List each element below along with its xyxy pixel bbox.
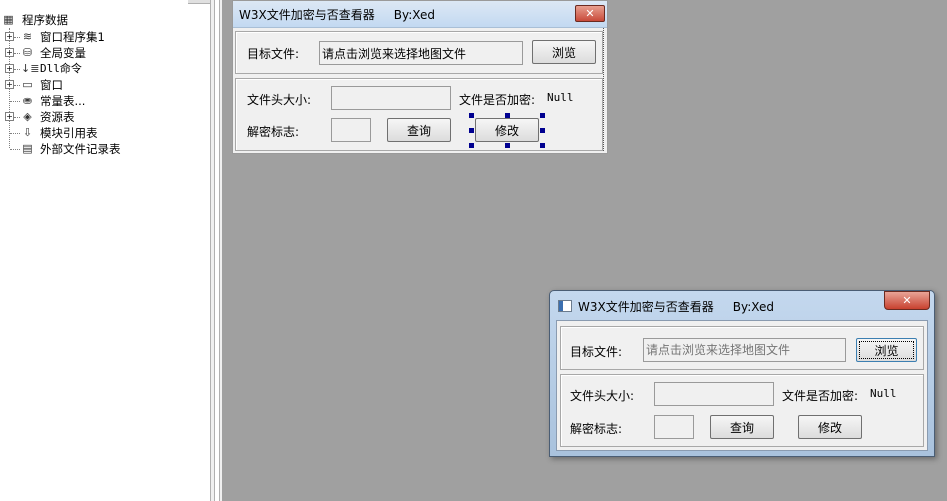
preview-target-field[interactable]	[643, 338, 846, 362]
window-icon: ▭	[22, 78, 33, 91]
program-data-icon: ▦	[3, 13, 14, 26]
tree-item-global-variables[interactable]: + ⛁ 全局变量	[0, 45, 200, 61]
designer-encrypted-value: Null	[547, 91, 574, 104]
tree-item-dll-commands[interactable]: + ↓≣ Dll命令	[0, 61, 200, 77]
preview-target-label: 目标文件:	[570, 345, 623, 359]
selection-handle-bottom-left[interactable]	[469, 143, 474, 148]
tree-connector	[14, 69, 20, 70]
dll-command-icon: ↓≣	[21, 62, 40, 75]
designer-browse-button[interactable]: 浏览	[532, 40, 596, 64]
designer-decrypt-flag-field[interactable]	[331, 118, 371, 142]
tree-item-module-reference-table[interactable]: ⇩ 模块引用表	[0, 125, 200, 141]
designer-query-button[interactable]: 查询	[387, 118, 451, 142]
panel-splitter[interactable]	[210, 0, 222, 501]
preview-header-size-field[interactable]	[654, 382, 774, 406]
designer-encrypted-label: 文件是否加密:	[459, 93, 536, 107]
designer-header-size-label: 文件头大小:	[247, 93, 312, 107]
tree-item-label: 模块引用表	[40, 126, 98, 140]
tree-item-external-file-record-table[interactable]: ▤ 外部文件记录表	[0, 141, 200, 157]
tree-item-label: 资源表	[40, 110, 75, 124]
module-reference-icon: ⇩	[22, 126, 33, 139]
tree-connector	[10, 133, 20, 134]
tree-item-label: 外部文件记录表	[40, 142, 121, 156]
file-record-icon: ▤	[22, 142, 33, 155]
tree-connector	[14, 53, 20, 54]
preview-encrypted-value: Null	[870, 387, 897, 400]
preview-target-input[interactable]	[644, 339, 845, 361]
constant-table-icon: ⛂	[22, 94, 33, 107]
designer-window-title: W3X文件加密与否查看器 By:Xed	[239, 8, 435, 22]
selection-handle-mid-right[interactable]	[540, 128, 545, 133]
tree-item-label: 窗口	[40, 78, 63, 92]
designer-modify-button[interactable]: 修改	[475, 118, 539, 142]
close-icon: ✕	[585, 7, 595, 20]
selection-handle-top-left[interactable]	[469, 113, 474, 118]
preview-client-area: 目标文件: 浏览 文件头大小: 文件是否加密: Null 解密标志: 查询 修改	[556, 320, 928, 451]
expand-toggle[interactable]: +	[5, 32, 14, 41]
designer-window: W3X文件加密与否查看器 By:Xed ✕ 目标文件: 浏览 文件头大小: 文件…	[232, 0, 608, 154]
preview-window: W3X文件加密与否查看器 By:Xed ✕ 目标文件: 浏览 文件头大小: 文件…	[549, 290, 935, 457]
expand-toggle[interactable]: +	[5, 48, 14, 57]
tree-item-label: Dll命令	[40, 62, 82, 75]
expand-toggle[interactable]: +	[5, 80, 14, 89]
tree-connector	[14, 37, 20, 38]
layers-icon: ≋	[22, 30, 33, 43]
tree-root[interactable]: ▦ 程序数据	[2, 12, 202, 28]
preview-encrypted-label: 文件是否加密:	[782, 389, 859, 403]
tree-connector	[10, 149, 20, 150]
preview-close-button[interactable]: ✕	[884, 291, 930, 310]
selection-handle-top-mid[interactable]	[505, 113, 510, 118]
tree-connector	[10, 101, 20, 102]
preview-title-bar[interactable]: W3X文件加密与否查看器 By:Xed ✕	[550, 291, 934, 319]
app-window-icon	[558, 300, 572, 312]
close-icon: ✕	[902, 294, 912, 307]
tree-item-resource-table[interactable]: + ◈ 资源表	[0, 109, 200, 125]
selection-handle-bottom-right[interactable]	[540, 143, 545, 148]
tree-item-label: 常量表...	[40, 94, 86, 108]
tree-connector	[14, 85, 20, 86]
expand-toggle[interactable]: +	[5, 112, 14, 121]
tree-item-windows[interactable]: + ▭ 窗口	[0, 77, 200, 93]
selection-handle-bottom-mid[interactable]	[505, 143, 510, 148]
design-grid-edge	[603, 27, 604, 151]
preview-decrypt-flag-label: 解密标志:	[570, 422, 623, 436]
tree-panel-top-bar	[188, 0, 210, 4]
tree-item-label: 全局变量	[40, 46, 86, 60]
designer-target-field[interactable]	[319, 41, 523, 65]
selection-handle-top-right[interactable]	[540, 113, 545, 118]
program-tree-panel: ▦ 程序数据 + ≋ 窗口程序集1 + ⛁ 全局变量 + ↓≣ Dll命令 + …	[0, 0, 210, 501]
preview-modify-button[interactable]: 修改	[798, 415, 862, 439]
preview-header-size-label: 文件头大小:	[570, 389, 635, 403]
designer-decrypt-flag-label: 解密标志:	[247, 125, 300, 139]
designer-close-button[interactable]: ✕	[575, 5, 605, 22]
resource-icon: ◈	[23, 110, 32, 123]
designer-header-size-field[interactable]	[331, 86, 451, 110]
tree-item-constant-table[interactable]: ⛂ 常量表...	[0, 93, 200, 109]
selection-handle-mid-left[interactable]	[469, 128, 474, 133]
preview-window-title: W3X文件加密与否查看器 By:Xed	[578, 300, 774, 314]
tree-item-label: 窗口程序集1	[40, 30, 105, 44]
preview-decrypt-flag-field[interactable]	[654, 415, 694, 439]
designer-target-label: 目标文件:	[247, 47, 300, 61]
tree-connector	[14, 117, 20, 118]
expand-toggle[interactable]: +	[5, 64, 14, 73]
tree-root-label: 程序数据	[22, 13, 68, 27]
preview-browse-button[interactable]: 浏览	[856, 338, 917, 362]
designer-title-bar[interactable]: W3X文件加密与否查看器 By:Xed ✕	[233, 1, 607, 28]
tree-item-window-program-set[interactable]: + ≋ 窗口程序集1	[0, 29, 200, 45]
preview-query-button[interactable]: 查询	[710, 415, 774, 439]
designer-target-input[interactable]	[320, 42, 522, 64]
app-window-icon-bar	[559, 301, 563, 311]
splitter-bar[interactable]	[214, 0, 220, 501]
cylinder-icon: ⛁	[22, 46, 33, 59]
